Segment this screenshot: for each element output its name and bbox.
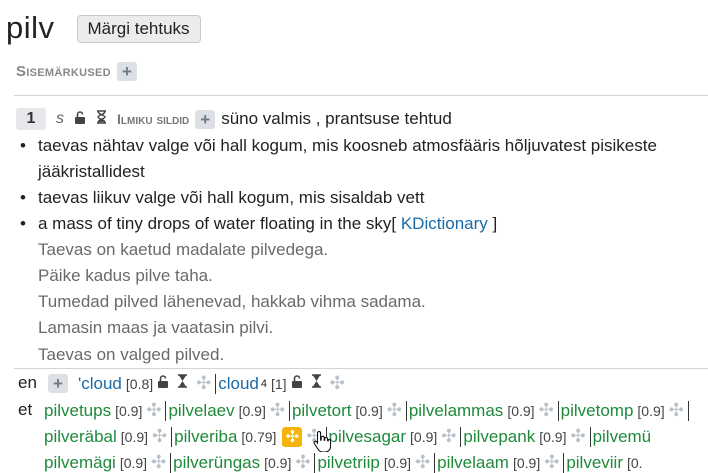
separator (165, 400, 167, 421)
translation-link[interactable]: pilvetomp (561, 401, 634, 421)
translation-link[interactable]: pilvelaev (168, 401, 234, 421)
bullet-dot: • (20, 188, 26, 207)
headword: pilv (6, 10, 55, 45)
translation-link[interactable]: pilvesagar (329, 427, 407, 447)
example-1[interactable]: Taevas on kaetud madalate pilvedega. (38, 240, 328, 260)
separator (405, 400, 407, 421)
translation-link[interactable]: pilvetups (44, 401, 111, 421)
translation-weight: [0. (627, 454, 643, 471)
translation-weight: [0.9] (383, 454, 412, 471)
definition-1-line2[interactable]: jääkristallidest (38, 162, 145, 182)
translation-weight: [0.9] (120, 428, 149, 445)
translation-link[interactable]: pilveriba (174, 427, 237, 447)
separator (288, 400, 290, 421)
internal-notes-label: Sisemärkused (16, 63, 111, 80)
translation-link[interactable]: cloud (218, 374, 259, 394)
separator (589, 426, 591, 447)
translations-en: + 'cloud [0.8] ✣ cloud 4 [1] ✣ (48, 373, 349, 394)
definition-1-line1[interactable]: taevas nähtav valge või hall kogum, mis … (38, 136, 657, 156)
separator (215, 373, 217, 394)
definition-2[interactable]: taevas liikuv valge või hall kogum, mis … (38, 188, 424, 208)
translation-weight: [0.8] (125, 375, 154, 392)
bullet-dot: • (20, 214, 26, 233)
add-translation-button[interactable]: + (48, 374, 68, 393)
unlock-icon[interactable] (74, 109, 86, 129)
separator (557, 400, 559, 421)
translation-link[interactable]: pilvepank (463, 427, 535, 447)
add-note-button[interactable]: + (116, 62, 137, 81)
translations-et-row-1: pilvetups [0.9] ✣ pilvelaev [0.9] ✣ pilv… (44, 400, 691, 421)
move-icon[interactable]: ✣ (146, 400, 161, 421)
example-5[interactable]: Taevas on valged pilved. (38, 345, 224, 365)
example-3[interactable]: Tumedad pilved lähenevad, hakkab vihma s… (38, 292, 426, 312)
meaning-header: 1 s Ilmiku sildid + süno valmis , prants… (16, 108, 452, 130)
translation-link[interactable]: pilvetort (292, 401, 352, 421)
move-icon[interactable]: ✣ (270, 400, 285, 421)
move-icon[interactable]: ✣ (196, 373, 211, 394)
move-icon[interactable]: ✣ (539, 400, 554, 421)
hourglass-icon[interactable] (96, 109, 107, 129)
translation-weight: [0.9] (119, 454, 148, 471)
move-icon[interactable]: ✣ (152, 426, 167, 447)
move-icon[interactable]: ✣ (441, 426, 456, 447)
translation-weight: [0.9] (264, 454, 292, 471)
example-2[interactable]: Päike kadus pilve taha. (38, 266, 213, 286)
translation-weight: [0.9] (355, 402, 383, 419)
unlock-icon[interactable] (157, 374, 169, 393)
move-icon[interactable]: ✣ (330, 373, 345, 394)
source-link[interactable]: KDictionary (396, 214, 492, 233)
translation-weight: [0.79] (241, 428, 277, 445)
header: pilv Märgi tehtuks (6, 10, 201, 46)
translation-link[interactable]: 'cloud (78, 374, 122, 394)
bullet-dot: • (20, 136, 26, 155)
separator (171, 426, 173, 447)
move-handle-active-icon[interactable]: ✣ (282, 426, 303, 447)
translations-et-row-2: pilveräbal [0.9] ✣ pilveriba [0.79] ✣ ✣ … (44, 426, 651, 447)
homonym-number: 4 (260, 377, 267, 390)
translation-weight: [0.9] (410, 428, 438, 445)
translation-weight: [0.9] (512, 454, 541, 471)
translation-link[interactable]: pilvemü (593, 427, 652, 447)
meaning-number[interactable]: 1 (16, 108, 46, 130)
translation-weight: [0.9] (238, 402, 266, 419)
translation-weight: [0.9] (539, 428, 567, 445)
publishing-note: süno valmis , prantsuse tehtud (221, 109, 452, 128)
translation-weight: [0.9] (507, 402, 535, 419)
divider (14, 368, 708, 369)
example-4[interactable]: Lamasin maas ja vaatasin pilvi. (38, 318, 273, 338)
move-icon[interactable]: ✣ (570, 426, 585, 447)
add-label-button[interactable]: + (195, 109, 216, 129)
definition-3-close: ] (492, 214, 498, 233)
public-labels: Ilmiku sildid (117, 111, 190, 127)
translation-link[interactable]: pilveräbal (44, 427, 117, 447)
unlock-icon[interactable] (291, 374, 303, 393)
mark-done-button[interactable]: Märgi tehtuks (76, 15, 201, 43)
divider (14, 95, 708, 96)
hourglass-icon[interactable] (311, 374, 322, 393)
lang-et: et (18, 400, 33, 419)
hourglass-icon[interactable] (177, 374, 188, 393)
move-icon[interactable]: ✣ (669, 400, 684, 421)
separator (460, 426, 462, 447)
lang-en: en (18, 373, 37, 392)
translation-weight: [0.9] (115, 402, 143, 419)
hand-cursor-icon (313, 430, 332, 458)
definition-3-text: a mass of tiny drops of water floating i… (38, 214, 397, 233)
translation-link[interactable]: pilvelammas (409, 401, 503, 421)
move-icon[interactable]: ✣ (387, 400, 402, 421)
translation-weight: [1] (271, 375, 287, 392)
internal-notes: Sisemärkused + (16, 62, 137, 81)
definition-3[interactable]: a mass of tiny drops of water floating i… (38, 214, 497, 234)
translation-weight: [0.9] (637, 402, 665, 419)
separator (687, 400, 689, 421)
register-label: s (56, 110, 64, 127)
